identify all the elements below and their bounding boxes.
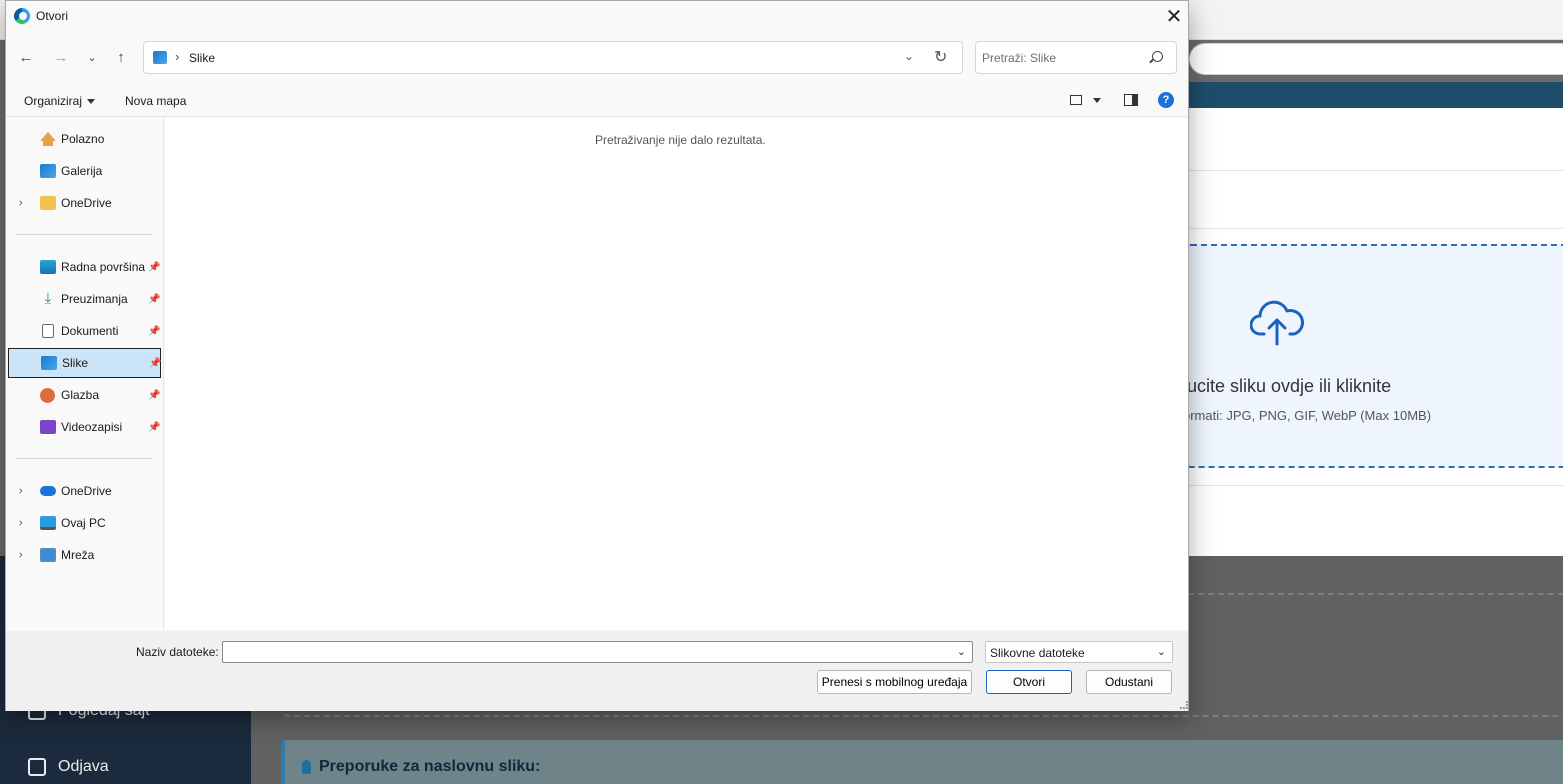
logout-icon bbox=[28, 758, 46, 776]
organize-button[interactable]: Organiziraj bbox=[24, 94, 95, 108]
back-button[interactable]: ← bbox=[14, 45, 38, 69]
resize-grip-icon[interactable] bbox=[1180, 701, 1188, 709]
nav-item-this-pc[interactable]: › Ovaj PC bbox=[8, 508, 161, 538]
nav-item-music[interactable]: Glazba 📌 bbox=[8, 380, 161, 410]
sidebar-item-logout: Odjava bbox=[28, 758, 109, 776]
nav-divider bbox=[15, 458, 153, 459]
pictures-icon bbox=[41, 356, 57, 370]
refresh-icon[interactable]: ↻ bbox=[934, 47, 947, 67]
preview-pane-icon[interactable] bbox=[1124, 94, 1138, 106]
network-icon bbox=[40, 548, 56, 562]
new-folder-button[interactable]: Nova mapa bbox=[125, 94, 186, 108]
cloud-icon bbox=[40, 486, 56, 496]
breadcrumb-location[interactable]: Slike bbox=[189, 51, 215, 65]
filename-label: Naziv datoteke: bbox=[136, 645, 219, 659]
expand-chevron-icon[interactable]: › bbox=[19, 485, 23, 497]
tips-title: Preporuke za naslovnu sliku: bbox=[302, 758, 540, 776]
pin-icon: 📌 bbox=[148, 421, 161, 433]
nav-divider bbox=[15, 234, 153, 235]
pc-icon bbox=[40, 516, 56, 530]
arrow-up-icon: ↑ bbox=[117, 48, 125, 66]
file-list-area[interactable]: Pretraživanje nije dalo rezultata. bbox=[165, 118, 1188, 630]
recent-locations-button[interactable]: ⌄ bbox=[80, 45, 104, 69]
lightbulb-icon bbox=[302, 760, 311, 774]
nav-item-gallery[interactable]: Galerija bbox=[8, 156, 161, 186]
pin-icon: 📌 bbox=[148, 261, 161, 273]
pin-icon: 📌 bbox=[148, 293, 161, 305]
navigation-pane: Polazno Galerija › OneDrive Radna površi… bbox=[6, 118, 164, 630]
up-button[interactable]: ↑ bbox=[109, 45, 133, 69]
browser-address-bar bbox=[1189, 43, 1563, 75]
dialog-footer: Naziv datoteke: ⌄ Slikovne datoteke ⌄ Pr… bbox=[6, 631, 1188, 711]
cloud-upload-icon bbox=[1250, 300, 1304, 346]
arrow-right-icon: → bbox=[53, 48, 69, 66]
expand-chevron-icon[interactable]: › bbox=[19, 549, 23, 561]
expand-chevron-icon[interactable]: › bbox=[19, 197, 23, 209]
search-input[interactable]: Pretraži: Slike bbox=[982, 51, 1056, 65]
empty-results-message: Pretraživanje nije dalo rezultata. bbox=[595, 133, 766, 147]
view-mode-icon[interactable] bbox=[1070, 95, 1082, 105]
search-icon[interactable] bbox=[1152, 51, 1163, 62]
chevron-down-icon: ⌄ bbox=[1156, 646, 1166, 658]
music-icon bbox=[40, 387, 55, 403]
dialog-title: Otvori bbox=[36, 9, 69, 23]
nav-item-onedrive[interactable]: › OneDrive bbox=[8, 476, 161, 506]
nav-item-pictures[interactable]: Slike 📌 bbox=[8, 348, 161, 378]
breadcrumb-separator-icon: › bbox=[175, 49, 180, 64]
close-icon: ✕ bbox=[1165, 5, 1183, 28]
folder-icon bbox=[40, 196, 56, 210]
forward-button[interactable]: → bbox=[49, 45, 73, 69]
open-button[interactable]: Otvori bbox=[986, 670, 1072, 694]
chevron-down-icon[interactable]: ⌄ bbox=[957, 645, 966, 658]
nav-item-network[interactable]: › Mreža bbox=[8, 540, 161, 570]
arrow-left-icon: ← bbox=[18, 48, 34, 66]
upload-from-mobile-button[interactable]: Prenesi s mobilnog uređaja bbox=[817, 670, 972, 694]
nav-item-desktop[interactable]: Radna površina 📌 bbox=[8, 252, 161, 282]
pin-icon: 📌 bbox=[149, 357, 162, 369]
upload-dropzone bbox=[1185, 244, 1563, 468]
gallery-icon bbox=[40, 164, 56, 178]
filetype-value: Slikovne datoteke bbox=[990, 646, 1085, 660]
desktop-icon bbox=[40, 260, 56, 274]
address-bar[interactable]: › Slike ⌄ ↻ bbox=[143, 41, 963, 74]
divider bbox=[1189, 485, 1563, 486]
nav-item-onedrive-folder[interactable]: › OneDrive bbox=[8, 188, 161, 218]
nav-item-home[interactable]: Polazno bbox=[8, 124, 161, 154]
page-header-bar bbox=[1189, 82, 1563, 108]
document-icon bbox=[42, 324, 54, 338]
home-icon bbox=[40, 132, 56, 146]
nav-item-downloads[interactable]: ⤓ Preuzimanja 📌 bbox=[8, 284, 161, 314]
close-button[interactable]: ✕ bbox=[1161, 3, 1187, 29]
video-icon bbox=[40, 420, 56, 434]
dropzone-formats: ormati: JPG, PNG, GIF, WebP (Max 10MB) bbox=[1183, 408, 1432, 423]
pictures-icon bbox=[153, 51, 167, 64]
nav-item-documents[interactable]: Dokumenti 📌 bbox=[8, 316, 161, 346]
nav-item-videos[interactable]: Videozapisi 📌 bbox=[8, 412, 161, 442]
command-bar: Organiziraj Nova mapa ? bbox=[6, 85, 1188, 117]
expand-chevron-icon[interactable]: › bbox=[19, 517, 23, 529]
pin-icon: 📌 bbox=[148, 389, 161, 401]
view-options-dropdown-icon[interactable] bbox=[1093, 98, 1101, 103]
filename-field[interactable]: ⌄ bbox=[222, 641, 973, 663]
download-icon: ⤓ bbox=[44, 290, 52, 307]
search-box[interactable]: Pretraži: Slike bbox=[975, 41, 1177, 74]
dialog-titlebar: Otvori ✕ bbox=[6, 1, 1188, 31]
divider bbox=[1189, 228, 1563, 229]
address-history-chevron-icon[interactable]: ⌄ bbox=[904, 49, 914, 63]
file-open-dialog: Otvori ✕ ← → ⌄ ↑ › Slike ⌄ ↻ Pretraži: S… bbox=[5, 0, 1189, 711]
cancel-button[interactable]: Odustani bbox=[1086, 670, 1172, 694]
filetype-select[interactable]: Slikovne datoteke ⌄ bbox=[985, 641, 1173, 663]
help-icon[interactable]: ? bbox=[1158, 92, 1174, 108]
pin-icon: 📌 bbox=[148, 325, 161, 337]
dropzone-title: rucite sliku ovdje ili kliknite bbox=[1181, 376, 1392, 396]
chevron-down-icon: ⌄ bbox=[87, 51, 97, 64]
edge-browser-icon bbox=[14, 8, 30, 24]
divider bbox=[1189, 170, 1563, 171]
